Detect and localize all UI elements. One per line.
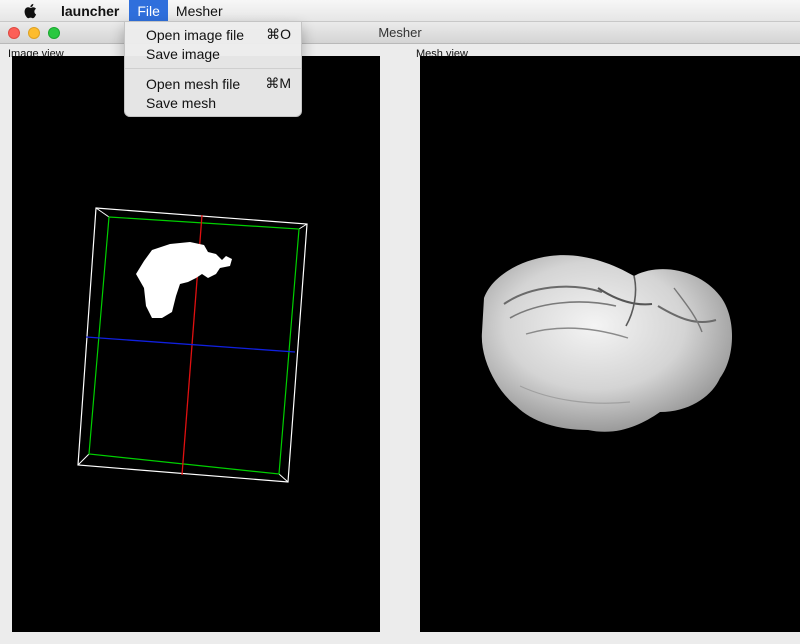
close-button[interactable] — [8, 27, 20, 39]
file-dropdown-menu: Open image file ⌘O Save image Open mesh … — [124, 21, 302, 117]
window-titlebar[interactable]: Mesher — [0, 22, 800, 44]
minimize-button[interactable] — [28, 27, 40, 39]
save-image-item[interactable]: Save image — [125, 44, 301, 63]
open-image-file-shortcut: ⌘O — [266, 26, 291, 42]
save-image-label: Save image — [146, 45, 220, 62]
file-menu[interactable]: File — [129, 0, 168, 22]
open-mesh-file-label: Open mesh file — [146, 75, 241, 92]
app-menu[interactable]: launcher — [53, 0, 127, 22]
zoom-button[interactable] — [48, 27, 60, 39]
liver-segmentation-shape — [136, 242, 232, 318]
open-mesh-file-item[interactable]: Open mesh file ⌘M — [125, 74, 301, 93]
menu-bar: launcher File Mesher — [0, 0, 800, 22]
mesh-view-canvas[interactable] — [420, 56, 800, 632]
mesher-window: Mesher Image view Mesh view — [0, 22, 800, 644]
3d-mesh-model — [481, 255, 732, 432]
window-title: Mesher — [378, 25, 422, 40]
save-mesh-label: Save mesh — [146, 94, 217, 111]
menu-separator — [125, 68, 301, 69]
open-image-file-item[interactable]: Open image file ⌘O — [125, 25, 301, 44]
save-mesh-item[interactable]: Save mesh — [125, 93, 301, 112]
mesher-menu[interactable]: Mesher — [168, 0, 231, 22]
open-mesh-file-shortcut: ⌘M — [265, 75, 291, 91]
horizontal-axis-line — [85, 336, 296, 353]
window-controls — [8, 27, 60, 39]
image-view-canvas[interactable] — [12, 56, 380, 632]
open-image-file-label: Open image file — [146, 26, 245, 43]
apple-menu-icon[interactable] — [20, 1, 40, 21]
